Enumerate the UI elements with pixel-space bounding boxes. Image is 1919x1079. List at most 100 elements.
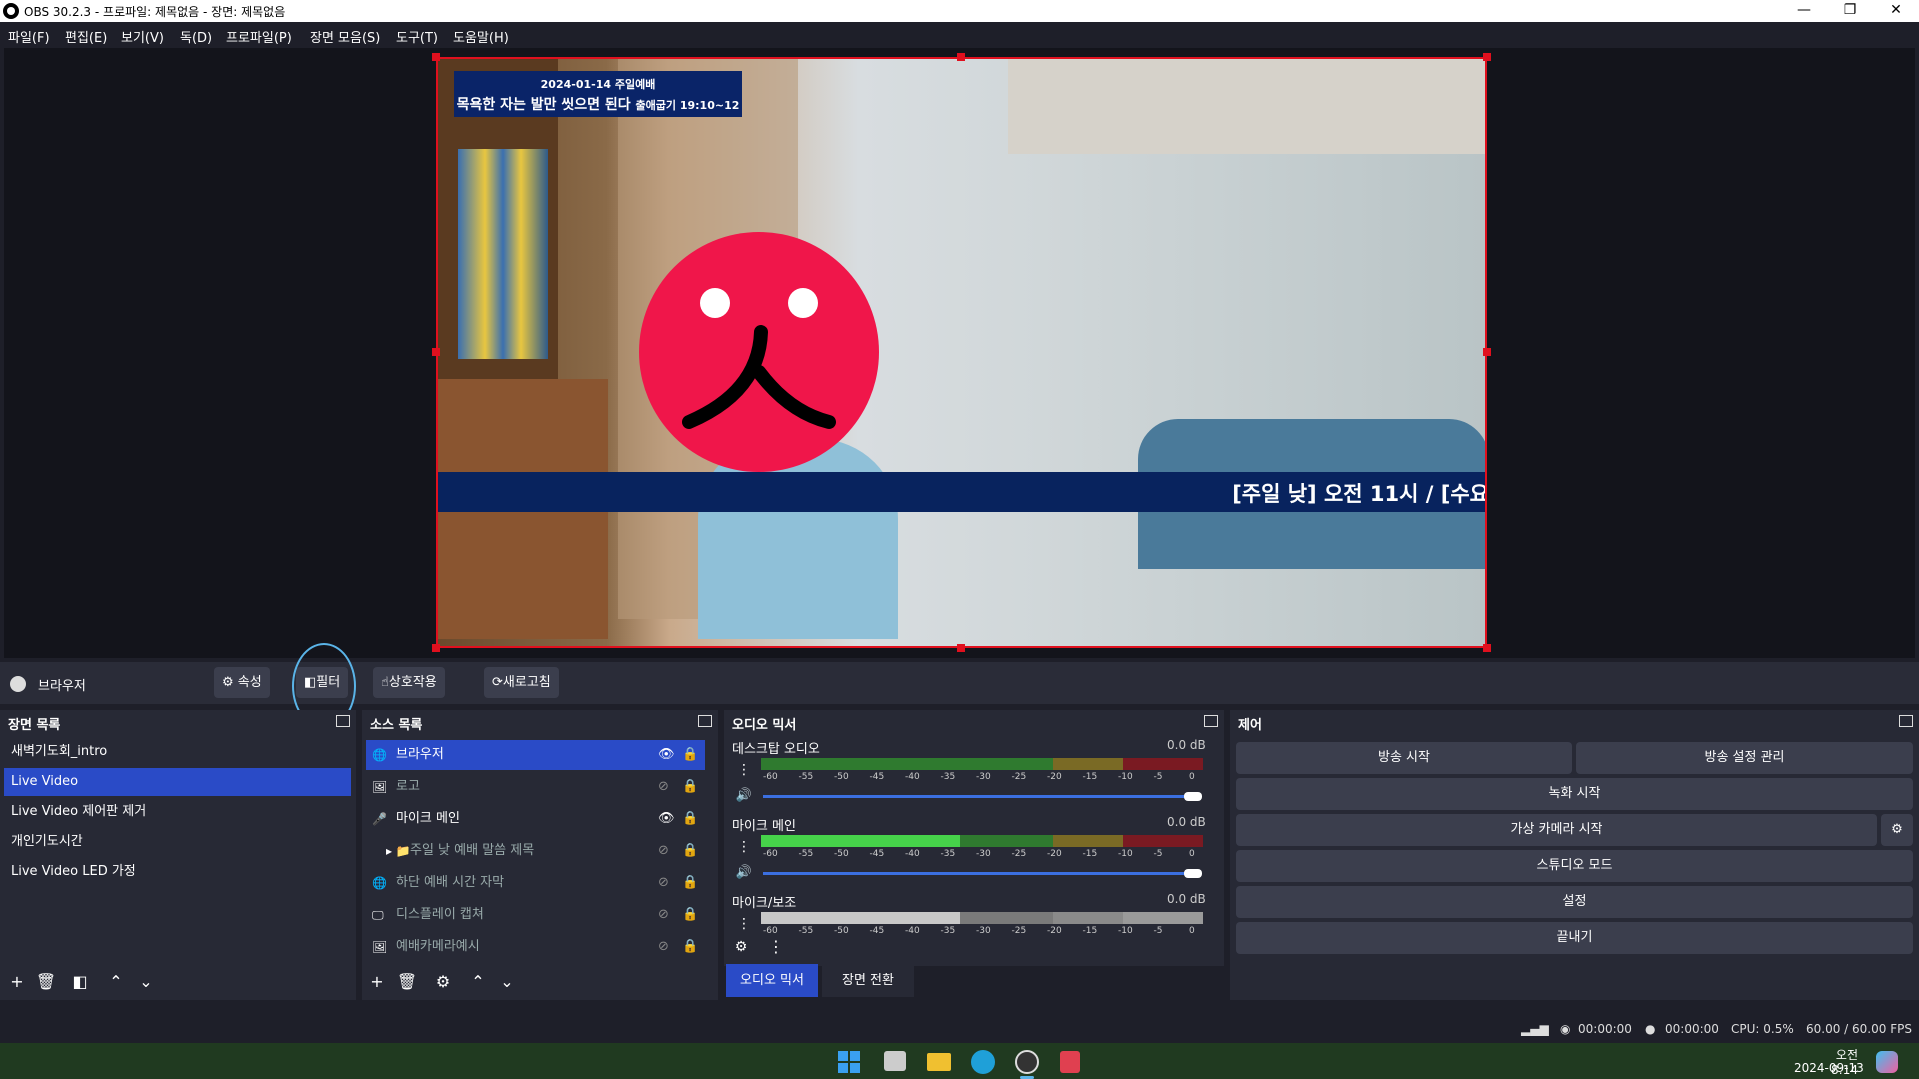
source-item[interactable]: 🌐 브라우저 👁 🔒: [366, 740, 705, 770]
scene-item[interactable]: Live Video LED 가정: [4, 858, 351, 886]
overlay-sermon-title: 목욕한 자는 발만 씻으면 된다: [456, 97, 631, 113]
move-down-icon[interactable]: ⌄: [133, 969, 159, 995]
meter-scale-label: 0: [1189, 926, 1195, 936]
menu-profile[interactable]: 프로파일(P): [226, 27, 292, 46]
minimize-icon[interactable]: —: [1781, 0, 1827, 22]
refresh-button[interactable]: ⟳새로고침: [484, 667, 559, 698]
scene-filter-icon[interactable]: ◧: [67, 969, 93, 995]
lock-icon[interactable]: 🔒: [682, 740, 698, 770]
tab-audio-mixer[interactable]: 오디오 믹서: [726, 964, 818, 997]
menu-scene-collection[interactable]: 장면 모음(S): [310, 27, 380, 46]
resize-handle-r[interactable]: [1483, 348, 1491, 356]
copilot-icon[interactable]: [1876, 1051, 1898, 1073]
channel-menu-icon[interactable]: ⋮: [731, 757, 757, 783]
mixer-settings-icon[interactable]: ⚙: [728, 934, 754, 960]
sermon-title-overlay: 2024-01-14 주일예배 목욕한 자는 발만 씻으면 된다 출애굽기 19…: [454, 71, 742, 117]
remove-source-icon[interactable]: 🗑: [394, 969, 420, 995]
menu-tools[interactable]: 도구(T): [396, 27, 438, 46]
dock-float-icon[interactable]: [1899, 715, 1913, 727]
menu-view[interactable]: 보기(V): [121, 27, 164, 46]
lock-icon[interactable]: 🔒: [682, 772, 698, 802]
lock-icon[interactable]: 🔒: [682, 900, 698, 930]
eye-hidden-icon[interactable]: ⊘: [658, 868, 669, 898]
start-streaming-button[interactable]: 방송 시작: [1236, 742, 1572, 774]
obs-taskbar-icon[interactable]: [1015, 1050, 1039, 1074]
lock-icon[interactable]: 🔒: [682, 932, 698, 962]
source-item[interactable]: 🎤 마이크 메인 👁 🔒: [366, 804, 705, 834]
add-source-icon[interactable]: +: [364, 969, 390, 995]
virtual-camera-settings-icon[interactable]: ⚙: [1881, 814, 1913, 846]
source-item[interactable]: 🖵 디스플레이 캡쳐 ⊘ 🔒: [366, 900, 705, 930]
close-icon[interactable]: ✕: [1873, 0, 1919, 22]
add-scene-icon[interactable]: +: [4, 969, 30, 995]
eye-icon[interactable]: 👁: [658, 740, 675, 770]
source-properties-icon[interactable]: ⚙: [430, 969, 456, 995]
dock-float-icon[interactable]: [336, 715, 350, 727]
studio-mode-button[interactable]: 스튜디오 모드: [1236, 850, 1913, 882]
scene-item[interactable]: 새벽기도회_intro: [4, 738, 351, 766]
eye-hidden-icon[interactable]: ⊘: [658, 772, 669, 802]
scene-item-selected[interactable]: Live Video: [4, 768, 351, 796]
dock-float-icon[interactable]: [1204, 715, 1218, 727]
restore-icon[interactable]: ❐: [1827, 0, 1873, 22]
menu-edit[interactable]: 편집(E): [65, 27, 107, 46]
source-item[interactable]: 🖼 로고 ⊘ 🔒: [366, 772, 705, 802]
image-icon: 🖼: [372, 940, 388, 954]
menu-file[interactable]: 파일(F): [8, 27, 50, 46]
channel-db: 0.0 dB: [1167, 892, 1206, 906]
volume-slider[interactable]: [763, 872, 1201, 875]
source-name: 주일 낮 예배 말씀 제목: [410, 843, 535, 858]
source-move-up-icon[interactable]: ⌃: [465, 969, 491, 995]
scene-item[interactable]: Live Video 제어판 제거: [4, 798, 351, 826]
properties-button[interactable]: ⚙ 속성: [214, 667, 270, 698]
settings-button[interactable]: 설정: [1236, 886, 1913, 918]
stream-settings-button[interactable]: 방송 설정 관리: [1576, 742, 1913, 774]
level-meter: [761, 912, 1203, 924]
menu-help[interactable]: 도움말(H): [453, 27, 509, 46]
volume-slider-knob[interactable]: [1184, 792, 1202, 801]
preview-canvas[interactable]: 2024-01-14 주일예배 목욕한 자는 발만 씻으면 된다 출애굽기 19…: [436, 57, 1487, 648]
start-recording-button[interactable]: 녹화 시작: [1236, 778, 1913, 810]
source-item[interactable]: 🌐 하단 예배 시간 자막 ⊘ 🔒: [366, 868, 705, 898]
volume-slider-knob[interactable]: [1184, 869, 1202, 878]
volume-slider[interactable]: [763, 795, 1201, 798]
resize-handle-l[interactable]: [432, 348, 440, 356]
mixer-menu-icon[interactable]: ⋮: [763, 934, 789, 960]
resize-handle-t[interactable]: [957, 53, 965, 61]
resize-handle-tl[interactable]: [432, 53, 440, 61]
menu-dock[interactable]: 독(D): [180, 27, 212, 46]
speaker-icon[interactable]: 🔊: [731, 783, 757, 809]
edge-icon[interactable]: [971, 1050, 995, 1074]
meter-scale-label: -20: [1047, 926, 1062, 936]
file-explorer-icon[interactable]: [927, 1053, 951, 1071]
source-item[interactable]: 🖼 예배카메라예시 ⊘ 🔒: [366, 932, 705, 962]
lock-icon[interactable]: 🔒: [682, 836, 698, 866]
lock-icon[interactable]: 🔒: [682, 868, 698, 898]
clock-date[interactable]: 2024-09-13: [1794, 1061, 1864, 1075]
eye-hidden-icon[interactable]: ⊘: [658, 932, 669, 962]
resize-handle-tr[interactable]: [1483, 53, 1491, 61]
tab-scene-transitions[interactable]: 장면 전환: [822, 964, 914, 997]
source-item[interactable]: ▸ 📁 주일 낮 예배 말씀 제목 ⊘ 🔒: [366, 836, 705, 866]
eye-icon[interactable]: 👁: [658, 804, 675, 834]
interact-button[interactable]: ☝상호작용: [373, 667, 445, 698]
eye-hidden-icon[interactable]: ⊘: [658, 900, 669, 930]
eye-hidden-icon[interactable]: ⊘: [658, 836, 669, 866]
source-move-down-icon[interactable]: ⌄: [494, 969, 520, 995]
scene-item[interactable]: 개인기도시간: [4, 828, 351, 856]
resize-handle-bl[interactable]: [432, 644, 440, 652]
windows-start-icon[interactable]: [838, 1051, 860, 1073]
move-up-icon[interactable]: ⌃: [103, 969, 129, 995]
virtual-camera-button[interactable]: 가상 카메라 시작: [1236, 814, 1877, 846]
task-view-icon[interactable]: [884, 1051, 906, 1071]
resize-handle-br[interactable]: [1483, 644, 1491, 652]
exit-button[interactable]: 끝내기: [1236, 922, 1913, 954]
snipping-tool-icon[interactable]: [1060, 1051, 1080, 1073]
dock-float-icon[interactable]: [698, 715, 712, 727]
meter-scale-label: -5: [1153, 849, 1163, 859]
lock-icon[interactable]: 🔒: [682, 804, 698, 834]
channel-menu-icon[interactable]: ⋮: [731, 834, 757, 860]
remove-scene-icon[interactable]: 🗑: [33, 969, 59, 995]
speaker-icon[interactable]: 🔊: [731, 860, 757, 886]
resize-handle-b[interactable]: [957, 644, 965, 652]
